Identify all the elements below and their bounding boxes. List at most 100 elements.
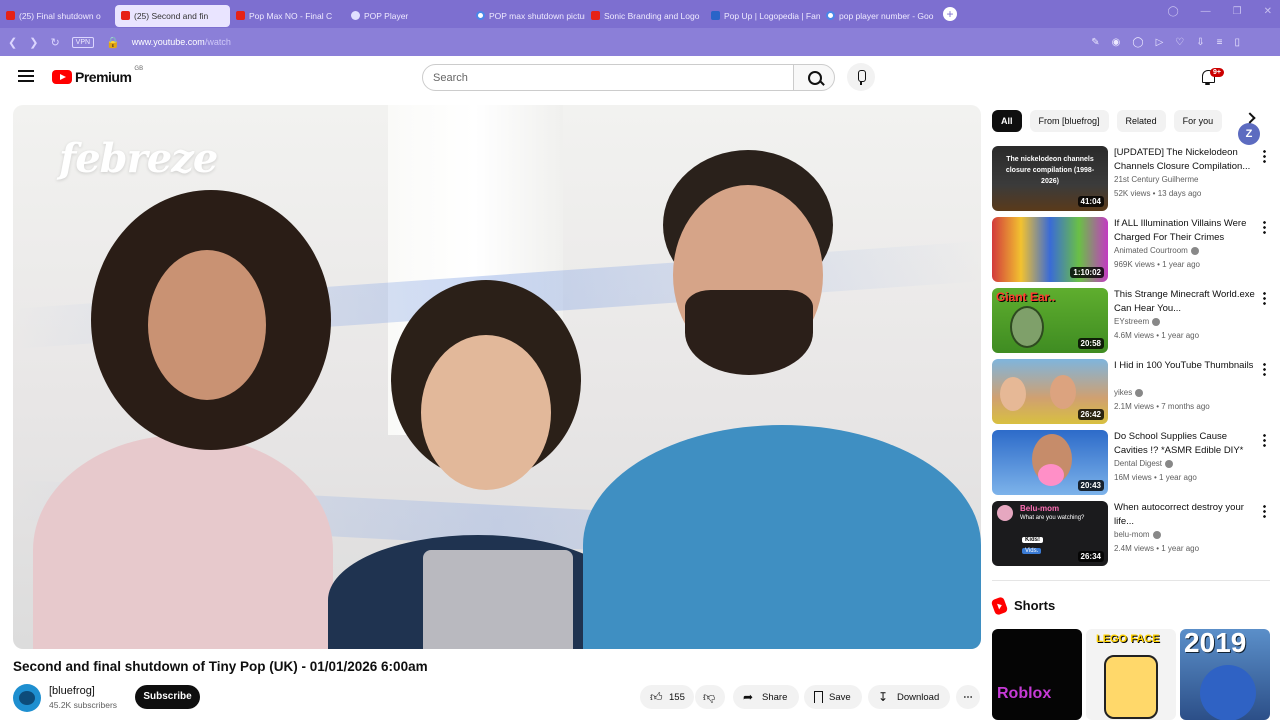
febreze-logo: febreze — [59, 135, 218, 182]
minimize-icon[interactable]: — — [1201, 6, 1211, 17]
short-thumbnail[interactable]: Roblox — [992, 629, 1082, 720]
search-placeholder: Search — [433, 71, 468, 84]
video-duration: 41:04 — [1077, 196, 1104, 207]
short-thumbnail[interactable]: 2019 — [1180, 629, 1270, 720]
video-thumbnail[interactable]: Belu-mom What are you watching? Kids! Vi… — [992, 501, 1108, 566]
share-button[interactable]: ➦ Share — [733, 685, 799, 709]
camera-icon[interactable]: ◉ — [1112, 37, 1121, 48]
shield-icon[interactable]: ◯ — [1132, 37, 1143, 48]
chip-for-you[interactable]: For you — [1173, 110, 1223, 132]
youtube-favicon-icon — [6, 11, 15, 20]
more-vert-icon[interactable] — [1263, 433, 1266, 447]
verified-icon — [1152, 530, 1161, 539]
account-avatar[interactable]: Z — [1238, 123, 1260, 145]
short-thumbnail[interactable]: LEGO FACE — [1086, 629, 1176, 720]
more-vert-icon[interactable] — [1263, 149, 1266, 163]
recommended-title: I Hid in 100 YouTube Thumbnails — [1114, 360, 1254, 371]
window-controls: ◯ — ❐ ✕ — [1167, 6, 1272, 17]
search-tabs-icon[interactable]: ◯ — [1167, 6, 1178, 17]
browser-tab[interactable]: pop player number - Goo — [820, 5, 935, 27]
thumbnail-kids-bubble: Kids! — [1022, 537, 1043, 543]
battery-icon[interactable]: ▯ — [1234, 37, 1240, 48]
recommended-video[interactable]: Belu-mom What are you watching? Kids! Vi… — [992, 501, 1272, 567]
recommended-video[interactable]: 1:10:02 If ALL Illumination Villains Wer… — [992, 217, 1272, 283]
recommended-channel: Dental Digest — [1114, 459, 1174, 468]
edit-icon[interactable]: ✎ — [1091, 37, 1099, 48]
chip-all[interactable]: All — [992, 110, 1022, 132]
video-thumbnail[interactable]: 26:42 — [992, 359, 1108, 424]
search-button[interactable] — [793, 64, 835, 91]
video-thumbnail[interactable]: 1:10:02 — [992, 217, 1108, 282]
bookmark-icon — [814, 691, 823, 703]
voice-search-button[interactable] — [847, 63, 875, 91]
address-bar: ❮ ❯ ↻ VPN 🔒 www.youtube.com/watch ✎ ◉ ◯ … — [0, 28, 1280, 56]
video-player[interactable]: febreze — [13, 105, 981, 649]
more-vert-icon[interactable] — [1263, 362, 1266, 376]
browser-tab[interactable]: Pop Max NO - Final C — [230, 5, 345, 27]
recommended-channel: yikes — [1114, 388, 1144, 397]
recommended-video[interactable]: Giant Ear.. 20:58 This Strange Minecraft… — [992, 288, 1272, 354]
recommended-meta: 4.6M views • 1 year ago — [1114, 331, 1200, 340]
chevron-right-icon[interactable] — [1244, 112, 1256, 124]
channel-label: EYstreem — [1114, 317, 1150, 326]
browser-tab-active[interactable]: (25) Second and fin — [115, 4, 230, 27]
chip-related[interactable]: Related — [1116, 110, 1166, 132]
browser-tab[interactable]: Sonic Branding and Logo — [585, 5, 705, 27]
download-icon: ↧ — [878, 689, 889, 704]
more-actions-button[interactable]: ⋯ — [956, 685, 980, 709]
video-thumbnail[interactable]: Giant Ear.. 20:58 — [992, 288, 1108, 353]
recommended-video[interactable]: The nickelodeon channels closure compila… — [992, 146, 1272, 212]
lego-face-graphic — [1104, 655, 1158, 719]
reload-icon[interactable]: ↻ — [50, 36, 59, 49]
browser-tab[interactable]: Pop Up | Logopedia | Fan — [705, 5, 820, 27]
verified-icon — [1152, 317, 1161, 326]
more-vert-icon[interactable] — [1263, 291, 1266, 305]
video-duration: 26:34 — [1077, 551, 1104, 562]
download-button[interactable]: ↧ Download — [868, 685, 950, 709]
thumbnail-face — [1000, 377, 1026, 411]
hamburger-menu-icon[interactable] — [18, 70, 34, 82]
restore-icon[interactable]: ❐ — [1233, 6, 1242, 17]
share-arrow-icon: ➦ — [743, 689, 754, 704]
vpn-badge[interactable]: VPN — [71, 36, 95, 48]
subscriber-count: 45.2K subscribers — [49, 700, 118, 710]
thumbnail-vids-bubble: Vids. — [1022, 548, 1042, 554]
notifications-badge: 9+ — [1210, 68, 1224, 77]
browser-tab[interactable]: (25) Final shutdown o — [0, 5, 115, 27]
more-vert-icon[interactable] — [1263, 504, 1266, 518]
search-input[interactable]: Search — [422, 64, 794, 91]
browser-tab[interactable]: POP max shutdown pictur — [470, 5, 585, 27]
back-icon[interactable]: ❮ — [8, 36, 17, 49]
download-icon[interactable]: ⇩ — [1196, 37, 1204, 48]
play-icon[interactable]: ▷ — [1156, 37, 1164, 48]
menu-lines-icon[interactable]: ≡ — [1217, 37, 1223, 48]
recommended-meta: 16M views • 1 year ago — [1114, 473, 1197, 482]
close-window-icon[interactable]: ✕ — [1264, 6, 1272, 17]
person-woman-body — [33, 435, 333, 649]
youtube-premium-logo[interactable]: Premium GB — [52, 66, 143, 85]
shorts-title: Shorts — [1014, 598, 1056, 613]
recommended-video[interactable]: 20:43 Do School Supplies Cause Cavities … — [992, 430, 1272, 496]
video-thumbnail[interactable]: The nickelodeon channels closure compila… — [992, 146, 1108, 211]
person-woman-face — [148, 250, 266, 400]
dislike-button[interactable]: 👎︎ — [695, 685, 725, 709]
save-button[interactable]: Save — [804, 685, 862, 709]
like-button[interactable]: 👍︎ 155 — [640, 685, 694, 709]
chip-from-channel[interactable]: From [bluefrog] — [1029, 110, 1109, 132]
channel-avatar[interactable] — [13, 684, 41, 712]
subscribe-button[interactable]: Subscribe — [135, 685, 200, 709]
filter-chips: All From [bluefrog] Related For you — [992, 110, 1223, 132]
url-field[interactable]: www.youtube.com/watch — [132, 37, 231, 47]
like-count: 155 — [669, 691, 685, 703]
channel-name[interactable]: [bluefrog] — [49, 685, 95, 697]
heart-icon[interactable]: ♡ — [1175, 37, 1184, 48]
short-text: LEGO FACE — [1096, 633, 1160, 645]
new-tab-button[interactable]: + — [943, 7, 957, 21]
more-vert-icon[interactable] — [1263, 220, 1266, 234]
short-text: Roblox — [997, 685, 1052, 702]
recommended-video[interactable]: 26:42 I Hid in 100 YouTube Thumbnails yi… — [992, 359, 1272, 425]
video-thumbnail[interactable]: 20:43 — [992, 430, 1108, 495]
forward-icon[interactable]: ❯ — [29, 36, 38, 49]
browser-tab[interactable]: POP Player — [345, 5, 470, 27]
youtube-logo-icon — [52, 70, 72, 84]
